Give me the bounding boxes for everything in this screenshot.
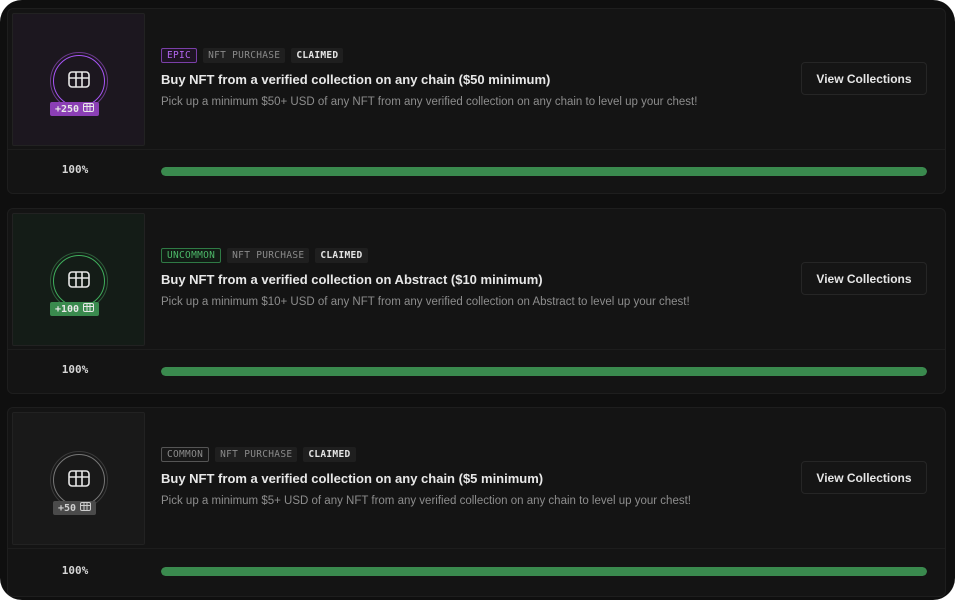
quest-title: Buy NFT from a verified collection on an… <box>161 72 551 87</box>
progress-fill <box>161 567 927 576</box>
quest-card-uncommon: +100 UNCOMMON NFT PURCHASE CLAIMED Buy N… <box>7 208 946 394</box>
quest-card-epic: +250 EPIC NFT PURCHASE CLAIMED Buy NFT f… <box>7 8 946 194</box>
status-badge: CLAIMED <box>303 447 356 462</box>
quest-card-common: +50 COMMON NFT PURCHASE CLAIMED Buy NFT … <box>7 407 946 597</box>
type-tag: NFT PURCHASE <box>203 48 286 63</box>
reward-tile: +100 <box>12 213 145 346</box>
rarity-tag: COMMON <box>161 447 210 462</box>
reward-tile: +250 <box>12 13 145 146</box>
quest-description: Pick up a minimum $50+ USD of any NFT fr… <box>161 96 698 108</box>
status-badge: CLAIMED <box>315 248 368 263</box>
type-tag: NFT PURCHASE <box>227 248 310 263</box>
quest-tags: COMMON NFT PURCHASE CLAIMED <box>161 447 356 462</box>
card-divider <box>8 149 945 150</box>
points-value: +50 <box>58 502 77 514</box>
quest-description: Pick up a minimum $10+ USD of any NFT fr… <box>161 296 690 308</box>
view-collections-button[interactable]: View Collections <box>801 62 927 95</box>
chest-icon <box>83 103 95 115</box>
quest-title: Buy NFT from a verified collection on Ab… <box>161 272 543 287</box>
points-value: +100 <box>55 303 80 315</box>
quest-list: +250 EPIC NFT PURCHASE CLAIMED Buy NFT f… <box>0 0 955 600</box>
view-collections-button[interactable]: View Collections <box>801 262 927 295</box>
progress-label: 100% <box>61 163 89 176</box>
progress-label: 100% <box>61 363 89 376</box>
view-collections-button[interactable]: View Collections <box>801 461 927 494</box>
reward-tile: +50 <box>12 412 145 545</box>
card-divider <box>8 349 945 350</box>
progress-fill <box>161 167 927 176</box>
card-divider <box>8 548 945 549</box>
progress-bar <box>161 167 927 176</box>
progress-fill <box>161 367 927 376</box>
points-badge: +50 <box>53 501 97 515</box>
quest-title: Buy NFT from a verified collection on an… <box>161 471 544 486</box>
progress-bar <box>161 567 927 576</box>
points-badge: +250 <box>50 102 100 116</box>
progress-label: 100% <box>61 564 89 577</box>
status-badge: CLAIMED <box>291 48 344 63</box>
type-tag: NFT PURCHASE <box>215 447 298 462</box>
quest-description: Pick up a minimum $5+ USD of any NFT fro… <box>161 495 691 507</box>
quest-tags: EPIC NFT PURCHASE CLAIMED <box>161 48 344 63</box>
chest-icon <box>67 468 91 493</box>
progress-bar <box>161 367 927 376</box>
chest-icon <box>83 303 95 315</box>
quest-tags: UNCOMMON NFT PURCHASE CLAIMED <box>161 248 368 263</box>
points-badge: +100 <box>50 302 100 316</box>
chest-icon <box>67 69 91 94</box>
rarity-tag: EPIC <box>161 48 198 63</box>
chest-icon <box>80 502 92 514</box>
rarity-tag: UNCOMMON <box>161 248 222 263</box>
points-value: +250 <box>55 103 80 115</box>
chest-icon <box>67 269 91 294</box>
